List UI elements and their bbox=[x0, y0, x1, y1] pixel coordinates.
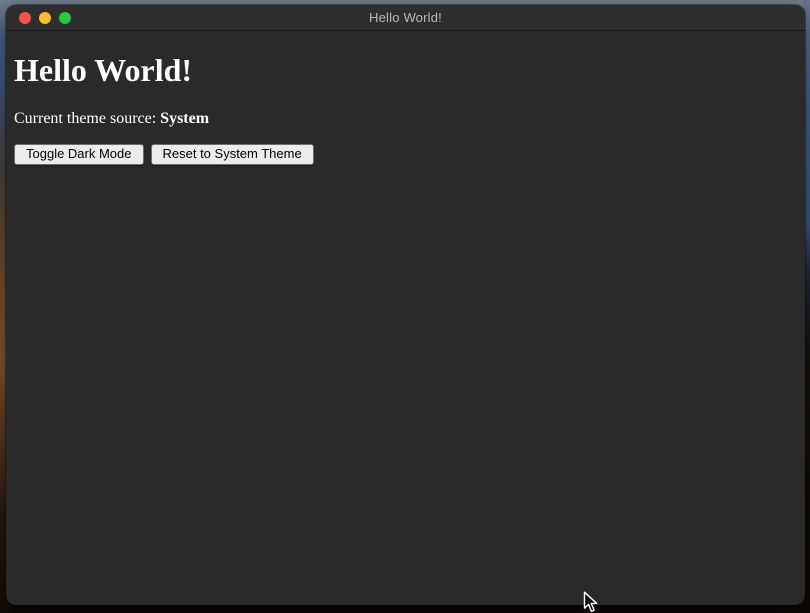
traffic-lights bbox=[19, 12, 71, 24]
zoom-icon[interactable] bbox=[59, 12, 71, 24]
close-icon[interactable] bbox=[19, 12, 31, 24]
window-title: Hello World! bbox=[369, 10, 442, 25]
minimize-icon[interactable] bbox=[39, 12, 51, 24]
app-window: Hello World! Hello World! Current theme … bbox=[6, 5, 805, 605]
toggle-dark-mode-button[interactable]: Toggle Dark Mode bbox=[14, 144, 144, 165]
window-titlebar[interactable]: Hello World! bbox=[6, 5, 805, 31]
theme-source-value: System bbox=[160, 110, 209, 127]
reset-to-system-theme-button[interactable]: Reset to System Theme bbox=[151, 144, 314, 165]
page-content: Hello World! Current theme source: Syste… bbox=[6, 52, 805, 165]
page-heading: Hello World! bbox=[14, 52, 797, 89]
theme-source-label: Current theme source: bbox=[14, 110, 160, 127]
theme-source-line: Current theme source: System bbox=[14, 110, 797, 128]
button-row: Toggle Dark Mode Reset to System Theme bbox=[14, 144, 797, 165]
